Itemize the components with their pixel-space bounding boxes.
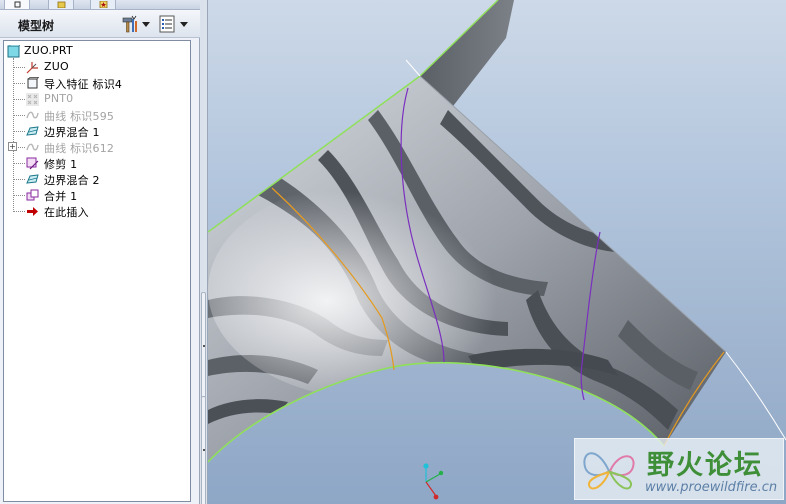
tree-connector-line xyxy=(13,195,25,196)
tree-connector-line xyxy=(13,83,25,84)
model-tree-title: 模型树 xyxy=(18,19,55,33)
datum-point-icon xyxy=(26,93,39,106)
3d-graphics-viewport[interactable] xyxy=(208,0,786,504)
curve-icon xyxy=(26,111,39,119)
reference-line-right xyxy=(725,351,786,441)
tree-item-insert-here[interactable]: 在此插入 xyxy=(4,203,190,219)
tree-item-label: 导入特征 标识4 xyxy=(44,78,123,91)
watermark-title: 野火论坛 xyxy=(647,450,763,481)
tree-columns-icon xyxy=(159,15,175,33)
tree-item-label: 合并 1 xyxy=(44,190,78,203)
tree-connector-line xyxy=(13,99,25,100)
tree-item-label: ZUO.PRT xyxy=(24,44,73,57)
model-tree-list: ZUO.PRT ZUO 导入特征 标识4 PNT0 曲线 标识595 边界混合 … xyxy=(3,40,191,502)
chevron-down-icon xyxy=(180,22,188,27)
reference-line-top xyxy=(405,59,421,77)
tree-connector-line xyxy=(13,131,25,132)
tree-item-boundary-blend-1[interactable]: 边界混合 1 xyxy=(4,123,190,139)
import-feature-icon xyxy=(27,77,39,89)
expand-plus-icon[interactable]: + xyxy=(8,142,17,151)
tree-item-curve-612[interactable]: + 曲线 标识612 xyxy=(4,139,190,155)
tree-item-boundary-blend-2[interactable]: 边界混合 2 xyxy=(4,171,190,187)
tree-item-import-feature[interactable]: 导入特征 标识4 xyxy=(4,75,190,91)
tree-connector-line xyxy=(18,147,25,148)
tree-item-label: 曲线 标识595 xyxy=(44,110,115,123)
tree-item-merge-1[interactable]: 合并 1 xyxy=(4,187,190,203)
tree-connector-line xyxy=(13,211,25,212)
tree-item-root-part[interactable]: ZUO.PRT xyxy=(4,43,190,59)
tree-filters-button[interactable] xyxy=(158,14,190,34)
curve-icon xyxy=(26,143,39,151)
tree-item-coordinate-system[interactable]: ZUO xyxy=(4,59,190,75)
tab-folder-browser[interactable] xyxy=(48,0,74,10)
model-tree-panel: 模型树 ZUO.PRT ZUO 导入特征 标识4 PNT0 曲线 标识595 边… xyxy=(0,0,200,504)
model-tree-tab-icon xyxy=(14,1,21,8)
splitter-grip-bottom[interactable] xyxy=(201,396,206,504)
folder-icon xyxy=(57,1,66,8)
hammer-settings-icon xyxy=(122,15,137,33)
model-tree-header: 模型树 xyxy=(0,10,200,38)
butterfly-logo-icon xyxy=(583,452,635,490)
part-icon xyxy=(7,45,20,58)
tree-connector-line xyxy=(13,67,25,68)
tree-item-datum-point[interactable]: PNT0 xyxy=(4,91,190,107)
tab-favorites[interactable] xyxy=(90,0,116,10)
tree-item-trim-1[interactable]: 修剪 1 xyxy=(4,155,190,171)
trim-icon xyxy=(26,157,39,170)
tree-item-curve-595[interactable]: 曲线 标识595 xyxy=(4,107,190,123)
tree-item-label: 在此插入 xyxy=(44,206,89,219)
splitter-grip-top[interactable] xyxy=(201,292,206,402)
tree-settings-button[interactable] xyxy=(120,14,152,34)
tree-item-label: 修剪 1 xyxy=(44,158,78,171)
boundary-blend-icon xyxy=(26,174,39,184)
model-surface-render xyxy=(208,0,786,500)
tree-item-label: PNT0 xyxy=(44,92,74,105)
tab-model-tree[interactable] xyxy=(4,0,30,10)
tree-connector-line xyxy=(13,163,25,164)
coordinate-system-icon xyxy=(26,62,38,74)
tree-connector-line xyxy=(13,179,25,180)
grip-dot xyxy=(203,345,205,347)
coordinate-triad-icon xyxy=(423,463,444,500)
favorites-icon xyxy=(99,1,108,8)
tree-item-label: 边界混合 2 xyxy=(44,174,100,187)
grip-dot xyxy=(203,449,205,451)
tree-item-label: 边界混合 1 xyxy=(44,126,100,139)
chevron-down-icon xyxy=(142,22,150,27)
merge-icon xyxy=(26,189,39,201)
tree-connector-line xyxy=(13,115,25,116)
boundary-blend-icon xyxy=(26,126,39,136)
insert-here-arrow-icon xyxy=(27,207,38,216)
panel-splitter[interactable] xyxy=(200,0,208,504)
navigator-tab-strip xyxy=(0,0,200,10)
tree-item-label: 曲线 标识612 xyxy=(44,142,115,155)
watermark-url: www.proewildfire.cn xyxy=(645,480,778,495)
tree-item-label: ZUO xyxy=(44,60,69,73)
forum-watermark: 野火论坛 www.proewildfire.cn xyxy=(574,438,784,500)
